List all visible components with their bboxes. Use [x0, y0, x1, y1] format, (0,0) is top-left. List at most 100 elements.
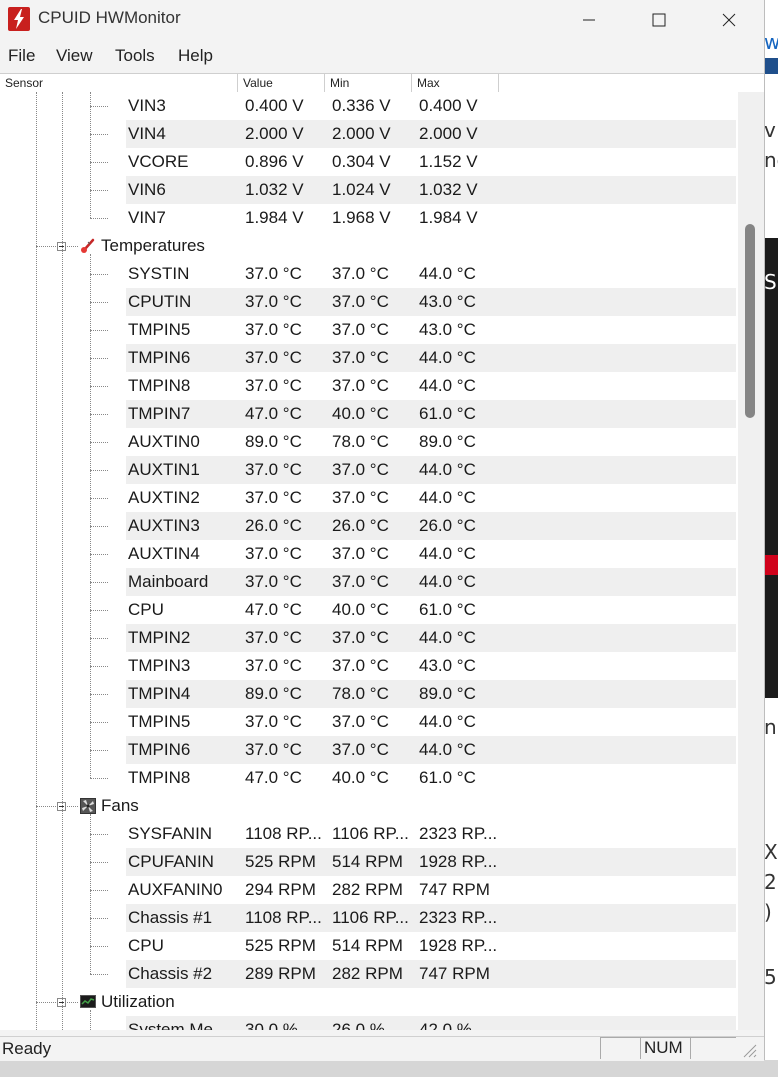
group-row-fans[interactable]: Fans — [0, 792, 738, 820]
sensor-value: 37.0 °C — [245, 264, 302, 283]
sensor-name: TMPIN5 — [128, 712, 191, 731]
sensor-name: AUXFANIN0 — [128, 880, 223, 899]
sensor-row[interactable]: VCORE 0.896 V 0.304 V 1.152 V — [0, 148, 738, 176]
sensor-max: 42.0 % — [419, 1020, 472, 1030]
tree-connector — [90, 862, 108, 863]
sensor-row[interactable]: TMPIN7 47.0 °C 40.0 °C 61.0 °C — [0, 400, 738, 428]
sensor-row[interactable]: CPUFANIN 525 RPM 514 RPM 1928 RP... — [0, 848, 738, 876]
group-row-utilization[interactable]: Utilization — [0, 988, 738, 1016]
sensor-row[interactable]: TMPIN5 37.0 °C 37.0 °C 43.0 °C — [0, 316, 738, 344]
sensor-row[interactable]: VIN3 0.400 V 0.336 V 0.400 V — [0, 92, 738, 120]
sensor-max: 44.0 °C — [419, 348, 476, 367]
sensor-min: 1106 RP... — [332, 908, 409, 927]
sensor-name: VIN6 — [128, 180, 166, 199]
sensor-max: 43.0 °C — [419, 320, 476, 339]
close-icon — [722, 13, 736, 27]
sensor-max: 1.984 V — [419, 208, 478, 227]
sensor-row[interactable]: TMPIN6 37.0 °C 37.0 °C 44.0 °C — [0, 344, 738, 372]
sensor-min: 78.0 °C — [332, 432, 389, 451]
sensor-row[interactable]: AUXTIN1 37.0 °C 37.0 °C 44.0 °C — [0, 456, 738, 484]
utilization-icon — [80, 994, 96, 1010]
sensor-row[interactable]: TMPIN6 37.0 °C 37.0 °C 44.0 °C — [0, 736, 738, 764]
fan-icon — [80, 798, 96, 814]
sensor-max: 1928 RP... — [419, 852, 498, 871]
column-min[interactable]: Min — [325, 74, 412, 92]
status-bar: Ready NUM — [0, 1036, 764, 1061]
sensor-min: 282 RPM — [332, 964, 403, 983]
tree-connector — [90, 162, 108, 163]
tree-connector — [90, 302, 108, 303]
sensor-name: Mainboard — [128, 572, 209, 591]
sensor-max: 44.0 °C — [419, 460, 476, 479]
sensor-row[interactable]: CPUTIN 37.0 °C 37.0 °C 43.0 °C — [0, 288, 738, 316]
sensor-row[interactable]: System Me... 30.0 % 26.0 % 42.0 % — [0, 1016, 738, 1030]
column-value[interactable]: Value — [238, 74, 325, 92]
tree-guide-voltages — [90, 92, 91, 218]
group-label: Temperatures — [101, 236, 205, 255]
sensor-row[interactable]: AUXTIN0 89.0 °C 78.0 °C 89.0 °C — [0, 428, 738, 456]
sensor-max: 1.032 V — [419, 180, 478, 199]
sensor-row[interactable]: TMPIN3 37.0 °C 37.0 °C 43.0 °C — [0, 652, 738, 680]
sensor-row[interactable]: AUXFANIN0 294 RPM 282 RPM 747 RPM — [0, 876, 738, 904]
sensor-min: 37.0 °C — [332, 488, 389, 507]
sensor-max: 26.0 °C — [419, 516, 476, 535]
group-label: Fans — [101, 796, 139, 815]
sensor-tree[interactable]: VIN3 0.400 V 0.336 V 0.400 V VIN4 2.000 V 2.00… — [0, 92, 738, 1030]
sensor-row[interactable]: Chassis #1 1108 RP... 1106 RP... 2323 RP... — [0, 904, 738, 932]
tree-connector — [90, 106, 108, 107]
sensor-max: 747 RPM — [419, 964, 490, 983]
sensor-name: TMPIN4 — [128, 684, 191, 703]
close-button[interactable] — [694, 0, 764, 40]
menu-help[interactable]: Help — [178, 46, 213, 66]
title-bar[interactable]: CPUID HWMonitor — [0, 0, 764, 40]
sensor-name: VCORE — [128, 152, 189, 171]
sensor-value: 1.032 V — [245, 180, 304, 199]
menu-view[interactable]: View — [56, 46, 93, 66]
sensor-row[interactable]: AUXTIN2 37.0 °C 37.0 °C 44.0 °C — [0, 484, 738, 512]
sensor-value: 37.0 °C — [245, 460, 302, 479]
sensor-name: VIN4 — [128, 124, 166, 143]
sensor-value: 294 RPM — [245, 880, 316, 899]
sensor-row[interactable]: TMPIN5 37.0 °C 37.0 °C 44.0 °C — [0, 708, 738, 736]
sensor-row[interactable]: AUXTIN3 26.0 °C 26.0 °C 26.0 °C — [0, 512, 738, 540]
sensor-row[interactable]: CPU 525 RPM 514 RPM 1928 RP... — [0, 932, 738, 960]
resize-grip-icon[interactable] — [740, 1041, 758, 1059]
sensor-min: 40.0 °C — [332, 404, 389, 423]
sensor-min: 37.0 °C — [332, 544, 389, 563]
sensor-min: 37.0 °C — [332, 712, 389, 731]
tree-connector — [90, 554, 108, 555]
sensor-max: 44.0 °C — [419, 488, 476, 507]
tree-connector — [90, 778, 108, 779]
sensor-row[interactable]: AUXTIN4 37.0 °C 37.0 °C 44.0 °C — [0, 540, 738, 568]
maximize-button[interactable] — [624, 0, 694, 40]
column-max[interactable]: Max — [412, 74, 499, 92]
sensor-name: AUXTIN0 — [128, 432, 200, 451]
sensor-row[interactable]: SYSFANIN 1108 RP... 1106 RP... 2323 RP... — [0, 820, 738, 848]
sensor-row[interactable]: TMPIN8 37.0 °C 37.0 °C 44.0 °C — [0, 372, 738, 400]
column-sensor[interactable]: Sensor — [0, 74, 238, 92]
sensor-name: TMPIN2 — [128, 628, 191, 647]
tree-connector — [90, 498, 108, 499]
menu-tools[interactable]: Tools — [115, 46, 155, 66]
sensor-row[interactable]: VIN4 2.000 V 2.000 V 2.000 V — [0, 120, 738, 148]
sensor-row[interactable]: VIN7 1.984 V 1.968 V 1.984 V — [0, 204, 738, 232]
minimize-button[interactable] — [554, 0, 624, 40]
sensor-min: 26.0 % — [332, 1020, 385, 1030]
sensor-row[interactable]: VIN6 1.032 V 1.024 V 1.032 V — [0, 176, 738, 204]
sensor-row[interactable]: TMPIN8 47.0 °C 40.0 °C 61.0 °C — [0, 764, 738, 792]
vertical-scrollbar[interactable] — [738, 92, 764, 1030]
menu-file[interactable]: File — [8, 46, 35, 66]
scrollbar-thumb[interactable] — [745, 224, 755, 418]
group-row-temperatures[interactable]: Temperatures — [0, 232, 738, 260]
sensor-row[interactable]: SYSTIN 37.0 °C 37.0 °C 44.0 °C — [0, 260, 738, 288]
sensor-max: 1.152 V — [419, 152, 478, 171]
sensor-max: 2323 RP... — [419, 824, 498, 843]
thermometer-icon — [80, 238, 96, 254]
sensor-row[interactable]: TMPIN2 37.0 °C 37.0 °C 44.0 °C — [0, 624, 738, 652]
sensor-row[interactable]: Mainboard 37.0 °C 37.0 °C 44.0 °C — [0, 568, 738, 596]
sensor-row[interactable]: CPU 47.0 °C 40.0 °C 61.0 °C — [0, 596, 738, 624]
sensor-row[interactable]: TMPIN4 89.0 °C 78.0 °C 89.0 °C — [0, 680, 738, 708]
sensor-value: 1.984 V — [245, 208, 304, 227]
sensor-min: 26.0 °C — [332, 516, 389, 535]
sensor-row[interactable]: Chassis #2 289 RPM 282 RPM 747 RPM — [0, 960, 738, 988]
